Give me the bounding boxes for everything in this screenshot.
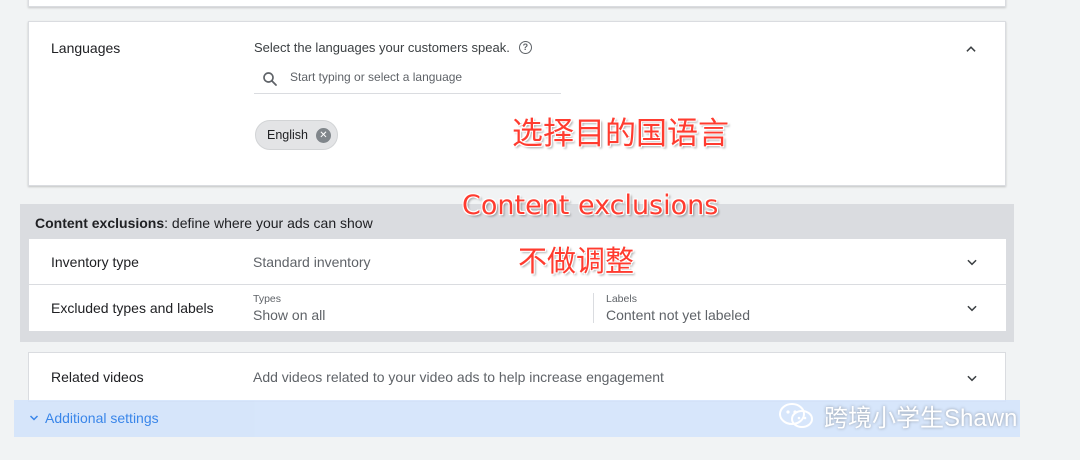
- inventory-type-label: Inventory type: [51, 254, 139, 270]
- content-exclusions-panel: Content exclusions: define where your ad…: [20, 204, 1014, 342]
- language-search[interactable]: [254, 66, 561, 94]
- language-search-input[interactable]: [290, 70, 550, 84]
- related-videos-description: Add videos related to your video ads to …: [253, 369, 664, 385]
- annotation-languages: 选择目的国语言: [512, 116, 729, 152]
- help-icon[interactable]: ?: [518, 41, 532, 54]
- watermark-text: 跨境小学生Shawn: [824, 405, 1018, 432]
- related-videos-card[interactable]: Related videos Add videos related to you…: [28, 352, 1006, 402]
- types-label: Types: [253, 293, 282, 305]
- related-videos-label: Related videos: [51, 369, 144, 385]
- labels-value: Content not yet labeled: [606, 307, 750, 323]
- excluded-types-label: Excluded types and labels: [51, 300, 214, 316]
- chip-remove-icon[interactable]: ✕: [316, 127, 331, 143]
- previous-card-edge: [28, 0, 1006, 7]
- content-exclusions-title-rest: : define where your ads can show: [164, 215, 373, 231]
- additional-settings-label: Additional settings: [45, 410, 159, 426]
- languages-prompt: Select the languages your customers spea…: [254, 40, 532, 55]
- chevron-down-icon[interactable]: [965, 301, 979, 315]
- content-exclusions-title-bold: Content exclusions: [35, 215, 165, 231]
- chevron-down-icon: [29, 415, 39, 421]
- languages-prompt-text: Select the languages your customers spea…: [254, 40, 510, 55]
- inventory-type-value: Standard inventory: [253, 254, 371, 270]
- types-value: Show on all: [253, 307, 326, 323]
- labels-label: Labels: [606, 293, 637, 305]
- languages-label: Languages: [51, 40, 121, 56]
- annotation-exclusions-body: 不做调整: [518, 244, 635, 278]
- chevron-down-icon[interactable]: [965, 255, 979, 269]
- language-chip-label: English: [267, 128, 308, 142]
- chevron-up-icon[interactable]: [964, 42, 978, 56]
- watermark: 跨境小学生Shawn: [778, 398, 1017, 433]
- annotation-exclusions-title: Content exclusions: [462, 190, 719, 221]
- chevron-down-icon[interactable]: [965, 371, 979, 385]
- types-column: Types Show on all: [253, 293, 325, 323]
- labels-column: Labels Content not yet labeled: [593, 293, 750, 323]
- languages-card: Languages Select the languages your cust…: [28, 21, 1006, 186]
- content-exclusions-title: Content exclusions: define where your ad…: [35, 215, 373, 231]
- wechat-icon: [779, 402, 813, 428]
- excluded-types-row[interactable]: Excluded types and labels Types Show on …: [29, 285, 1006, 331]
- language-chip-english[interactable]: English ✕: [255, 120, 338, 150]
- search-icon: [263, 72, 277, 86]
